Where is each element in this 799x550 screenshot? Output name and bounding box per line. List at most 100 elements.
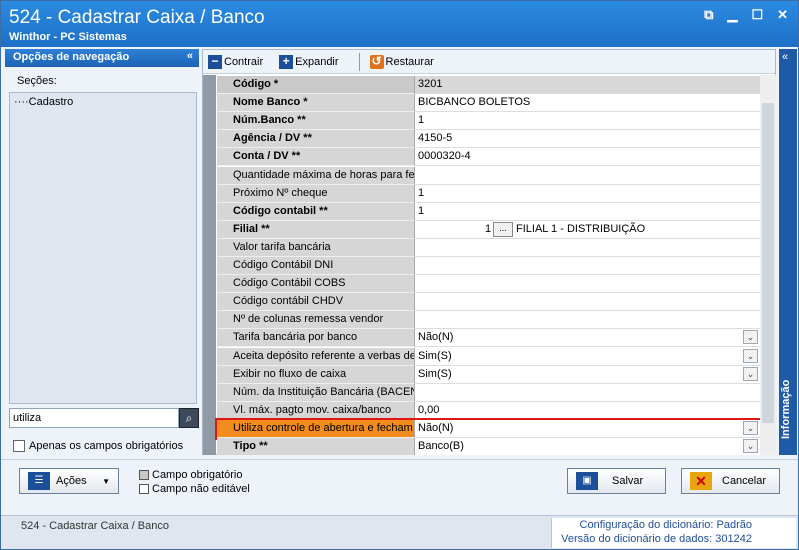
field-row[interactable]: Núm. da Instituição Bancária (BACEN [217,383,760,402]
not-editable-swatch [139,484,149,494]
dict-config-label: Configuração do dicionário: [579,519,714,531]
field-value-text: 1 [418,186,425,199]
tree-item-cadastro[interactable]: ····Cadastro [14,96,192,108]
field-row[interactable]: Núm.Banco ** 1 [217,112,760,131]
field-label: Nome Banco * [217,94,415,113]
dict-version-value: 301242 [715,533,752,545]
filial-lookup-button[interactable]: ... [493,221,513,237]
collapse-label: Contrair [224,55,264,68]
minimize-icon[interactable]: ▁ [727,7,737,23]
filial-number[interactable]: 1 [485,223,491,235]
chevron-down-icon[interactable]: ⌄ [743,348,758,363]
collapse-button[interactable]: − Contrair [208,54,273,69]
only-required-label: Apenas os campos obrigatórios [29,440,184,452]
main-window: 524 - Cadastrar Caixa / Banco Winthor - … [0,0,799,550]
field-row[interactable]: Código Contábil COBS [217,275,760,294]
actions-button[interactable]: ☰ Ações ▼ [19,468,119,494]
field-label: Código Contábil COBS [217,275,415,294]
info-panel[interactable]: « Informação [779,49,797,455]
field-value[interactable]: 1 [415,202,760,221]
field-label: Código contabil ** [217,202,415,221]
field-value[interactable] [415,311,760,330]
sections-tree: ····Cadastro [9,92,197,404]
close-icon[interactable]: ✕ [777,7,788,23]
search-input[interactable] [9,408,179,428]
collapse-nav-icon[interactable]: « [187,50,193,62]
chevron-down-icon[interactable]: ⌄ [743,420,758,435]
action-bar: ☰ Ações ▼ Campo obrigatório Campo não ed… [1,459,798,515]
property-grid: Código * 3201 Nome Banco * BICBANCO BOLETOS… [203,75,760,455]
field-row[interactable]: Código contábil CHDV [217,293,760,312]
field-value[interactable] [415,275,760,294]
field-value[interactable] [415,238,760,257]
field-row[interactable]: Código contabil ** 1 [217,202,760,221]
toolbar-divider [358,52,360,71]
navigation-panel: Opções de navegação « Seções: ····Cadast… [5,49,199,459]
field-row[interactable]: Nome Banco * BICBANCO BOLETOS [217,94,760,113]
field-value[interactable]: 0000320-4 [415,148,760,167]
filial-name: FILIAL 1 - DISTRIBUIÇÃO [516,222,646,235]
chevron-down-icon[interactable]: ⌄ [743,439,758,453]
field-value[interactable] [415,166,760,185]
save-button[interactable]: ▣ Salvar [567,468,666,494]
field-value[interactable]: 3201 [415,76,760,94]
field-value[interactable]: 1 [415,184,760,203]
restore-button[interactable]: ↺ Restaurar [369,54,444,69]
field-row[interactable]: Exibir no fluxo de caixa Sim(S) ⌄ [217,365,760,384]
checkbox-box[interactable] [13,440,25,452]
field-value[interactable]: Não(N) ⌄ [415,329,760,348]
field-row[interactable]: Tarifa bancária por banco Não(N) ⌄ [217,329,760,348]
search-icon[interactable]: ⌕ [179,408,199,428]
field-row[interactable]: Agência / DV ** 4150-5 [217,130,760,149]
expand-button[interactable]: + Expandir [279,54,348,69]
plus-icon: + [279,54,294,69]
field-value[interactable]: 0,00 [415,401,760,420]
field-value[interactable]: BICBANCO BOLETOS [415,94,760,113]
chevron-down-icon: ▼ [102,476,110,486]
only-required-checkbox[interactable]: Apenas os campos obrigatórios [13,440,183,452]
toolbar: − Contrair + Expandir ↺ Restaurar [203,50,775,74]
field-value[interactable]: Sim(S) ⌄ [415,365,760,384]
chevron-down-icon[interactable]: ⌄ [743,366,758,381]
field-value-text: 0000320-4 [418,150,471,163]
status-bar: 524 - Cadastrar Caixa / Banco Configuraç… [1,515,798,549]
field-row[interactable]: Vl. máx. pagto mov. caixa/banco 0,00 [217,401,760,420]
scroll-thumb[interactable] [762,103,774,423]
field-value[interactable] [415,383,760,402]
field-value-text: 4150-5 [418,132,453,145]
chevron-down-icon[interactable]: ⌄ [743,330,758,345]
field-row[interactable]: Código * 3201 [217,76,760,94]
field-row[interactable]: Utiliza controle de abertura e fecham Não… [215,417,760,440]
cancel-button[interactable]: ✕ Cancelar [681,468,780,494]
restore-icon[interactable]: ⧉ [704,7,713,23]
dict-config-value: Padrão [716,519,752,531]
field-value[interactable]: 1... FILIAL 1 - DISTRIBUIÇÃO [415,220,760,239]
field-value-text: Não(N) [418,421,454,434]
field-value[interactable]: Banco(B) ⌄ [415,438,760,455]
field-row[interactable]: Conta / DV ** 0000320-4 [217,148,760,167]
field-value[interactable]: 4150-5 [415,130,760,149]
field-row[interactable]: Nº de colunas remessa vendor [217,311,760,330]
field-row[interactable]: Código Contábil DNI [217,257,760,275]
field-value-text: 3201 [418,78,443,90]
field-value[interactable]: Sim(S) ⌄ [415,347,760,366]
field-row[interactable]: Tipo ** Banco(B) ⌄ [217,438,760,455]
field-row[interactable]: Aceita depósito referente a verbas de Sim… [217,347,760,366]
vertical-scrollbar[interactable] [760,75,776,455]
field-value[interactable] [415,293,760,312]
status-text: 524 - Cadastrar Caixa / Banco [21,520,169,532]
field-value[interactable]: 1 [415,112,760,131]
maximize-icon[interactable]: ☐ [751,7,763,23]
field-label: Agência / DV ** [217,130,415,149]
field-value[interactable] [415,257,760,275]
grid-left-strip [203,75,216,455]
field-value-text: Banco(B) [418,440,464,452]
field-value-text: Não(N) [418,331,454,344]
field-value[interactable]: Não(N) ⌄ [415,419,760,438]
field-row[interactable]: Próximo Nº cheque 1 [217,184,760,203]
field-row[interactable]: Valor tarifa bancária [217,238,760,257]
field-row[interactable]: Filial ** 1... FILIAL 1 - DISTRIBUIÇÃO [217,220,760,239]
field-row[interactable]: Quantidade máxima de horas para fe [217,166,760,185]
title-bar: 524 - Cadastrar Caixa / Banco Winthor - … [1,1,798,47]
expand-info-icon[interactable]: « [782,51,788,63]
